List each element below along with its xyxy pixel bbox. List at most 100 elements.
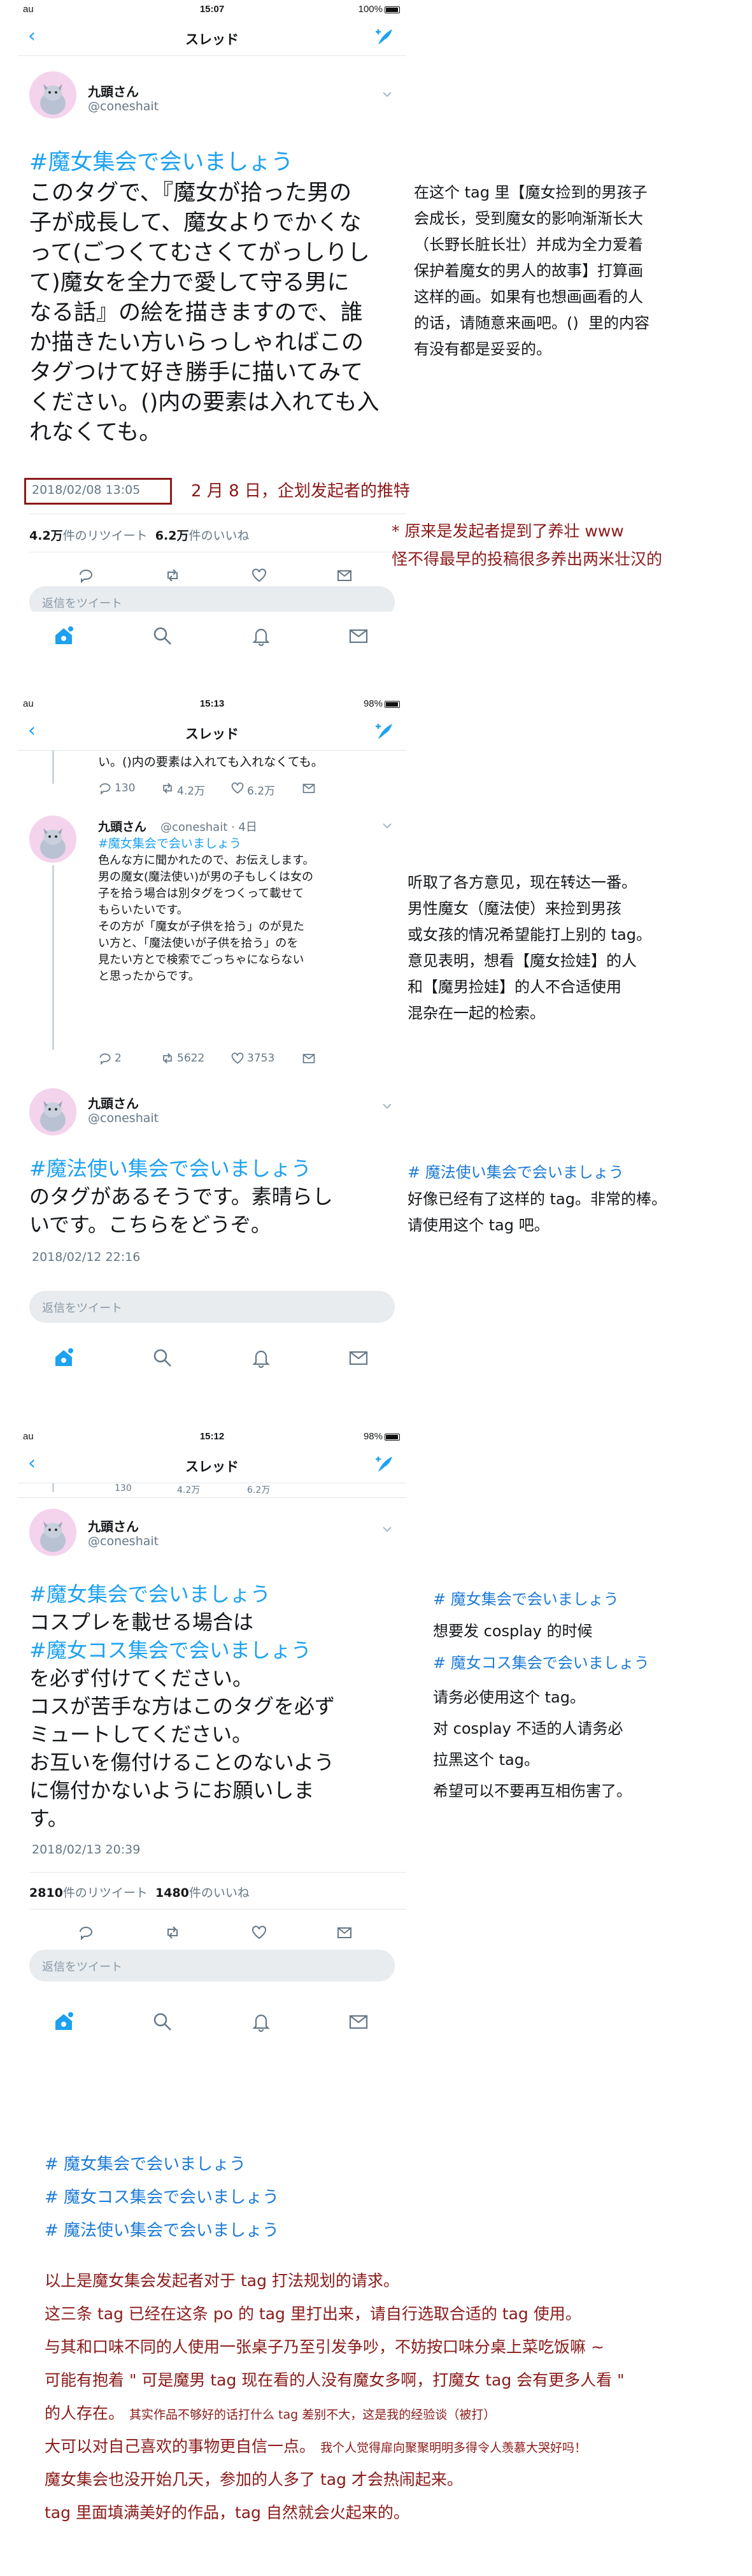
tweet-text: を必ず付けてください。 コスが苦手な方はこのタグを必ず ミュートしてください。 … <box>29 1666 336 1831</box>
user-handle[interactable]: @coneshait <box>88 99 159 113</box>
divider <box>29 1872 406 1873</box>
divider <box>18 1497 406 1498</box>
retweet-icon[interactable] <box>164 567 181 584</box>
summary-line-3: 与其和口味不同的人使用一张桌子乃至引发争吵，不妨按口味分桌上菜吃饭嘛 ~ <box>45 2338 604 2356</box>
like-count: 6.2万 <box>247 1485 271 1495</box>
chevron-down-icon[interactable] <box>381 819 394 832</box>
display-name[interactable]: 九頭さん <box>88 1516 139 1535</box>
avatar[interactable] <box>29 1088 76 1135</box>
chevron-down-icon[interactable] <box>381 88 394 101</box>
like-icon[interactable] <box>251 567 267 584</box>
mid-tweet-text: 色んな方に聞かれたので、お伝えします。 男の魔女(魔法使い)が男の子もしくは女の… <box>98 854 315 983</box>
home-icon[interactable] <box>53 1347 74 1369</box>
clock: 15:12 <box>199 1431 225 1442</box>
retweet-icon[interactable] <box>160 1051 174 1065</box>
reply-icon[interactable] <box>78 567 94 584</box>
notifications-icon[interactable] <box>250 625 272 647</box>
summary-line-7: 魔女集会也没开始几天，参加的人多了 tag 才会热闹起来。 <box>45 2470 463 2489</box>
tweet-timestamp: 2018/02/12 22:16 <box>32 1250 141 1264</box>
messages-icon[interactable] <box>348 2011 369 2033</box>
home-icon[interactable] <box>53 625 74 647</box>
share-icon[interactable] <box>336 1924 353 1941</box>
retweet-icon[interactable] <box>160 781 174 795</box>
avatar[interactable] <box>29 71 76 119</box>
like-icon[interactable] <box>231 781 245 795</box>
tweet-hashtag-2[interactable]: #魔女コス集会で会いましょう <box>29 1636 311 1664</box>
annotation-translation-2: 听取了各方意见，现在转达一番。 男性魔女（魔法使）来捡到男孩 或女孩的情况希望能… <box>408 874 651 1022</box>
annotation-tag-majo: # 魔女集会で会いましょう <box>433 1590 619 1608</box>
summary-line-4: 可能有抱着 " 可是魔男 tag 现在看的人没有魔女多啊，打魔女 tag 会有更… <box>45 2371 625 2389</box>
share-icon[interactable] <box>302 1051 316 1065</box>
avatar[interactable] <box>29 1509 76 1556</box>
thread-line <box>52 865 54 1050</box>
tab-bar <box>18 1343 406 1389</box>
tweet-stats[interactable]: 4.2万件のリツイート 6.2万件のいいね <box>29 526 249 543</box>
chevron-down-icon[interactable] <box>381 1523 394 1536</box>
summary-line-6: 大可以对自己喜欢的事物更自信一点。 我个人觉得扉向聚聚明明多得令人羡慕大哭好吗！ <box>45 2437 586 2456</box>
mid-tweet-hashtag[interactable]: #魔女集会で会いましょう <box>98 836 241 852</box>
reply-input[interactable]: 返信をツイート <box>29 1950 395 1982</box>
tweet-text-line: コスプレを載せる場合は <box>29 1610 254 1634</box>
status-bar: au 15:13 98% <box>18 694 406 714</box>
home-icon[interactable] <box>53 2011 74 2033</box>
like-icon[interactable] <box>251 1924 267 1941</box>
share-icon[interactable] <box>336 567 353 584</box>
retweet-icon[interactable] <box>164 1924 181 1941</box>
reply-icon[interactable] <box>78 1924 94 1941</box>
annotation-translation-1: 在这个 tag 里【魔女捡到的男孩子 会成长，受到魔女的影响渐渐长大 （长野长脏… <box>414 183 649 358</box>
notifications-icon[interactable] <box>250 1347 272 1369</box>
notifications-icon[interactable] <box>250 2011 272 2033</box>
avatar[interactable] <box>29 816 76 863</box>
like-icon[interactable] <box>231 1051 245 1065</box>
compose-tweet-icon[interactable] <box>373 1453 396 1476</box>
thread-line <box>52 751 54 784</box>
cat-avatar-icon <box>29 816 76 863</box>
messages-icon[interactable] <box>348 625 369 647</box>
compose-tweet-icon[interactable] <box>373 720 396 743</box>
tweet-timestamp: 2018/02/13 20:39 <box>32 1843 141 1857</box>
messages-icon[interactable] <box>348 1347 369 1369</box>
status-bar: au 15:12 98% <box>18 1427 406 1446</box>
compose-tweet-icon[interactable] <box>373 25 396 48</box>
nav-bar: ‹ スレッド <box>18 1446 406 1483</box>
search-icon[interactable] <box>152 625 173 647</box>
user-handle[interactable]: @coneshait <box>88 1534 159 1548</box>
user-handle[interactable]: @coneshait <box>88 1111 159 1125</box>
display-name[interactable]: 九頭さん <box>98 817 146 835</box>
divider <box>29 1909 406 1910</box>
summary-tag-1: # 魔女集会で会いましょう <box>45 2155 246 2174</box>
nav-bar: ‹ スレッド <box>18 19 406 56</box>
reply-input[interactable]: 返信をツイート <box>29 1291 395 1323</box>
annotation-translation-3: 好像已经有了这样的 tag。非常的棒。 请使用这个 tag 吧。 <box>408 1190 667 1234</box>
search-icon[interactable] <box>152 1347 173 1369</box>
display-name[interactable]: 九頭さん <box>88 82 139 100</box>
reply-input[interactable]: 返信をツイート <box>29 586 395 612</box>
battery-indicator: 98% <box>364 698 400 709</box>
share-icon[interactable] <box>302 781 316 795</box>
battery-icon <box>385 1433 400 1441</box>
annotation-date: 2 月 8 日，企划发起者的推特 <box>191 482 410 501</box>
thread-line <box>52 1483 54 1492</box>
summary-line-2: 这三条 tag 已经在这条 po 的 tag 里打出来，请自行选取合适的 tag… <box>45 2305 581 2323</box>
like-count: 6.2万 <box>247 785 276 798</box>
reply-count: 130 <box>115 1483 132 1493</box>
tweet-hashtag[interactable]: #魔法使い集会で会いましょう <box>29 1155 311 1183</box>
summary-line-5: 的人存在。 其实作品不够好的话打什么 tag 差别不大，这是我的经验谈（被打） <box>45 2404 496 2422</box>
nav-bar: ‹ スレッド <box>18 714 406 751</box>
tweet-hashtag-1[interactable]: #魔女集会で会いましょう <box>29 1580 271 1608</box>
cat-avatar-icon <box>29 71 76 119</box>
battery-icon <box>385 700 400 708</box>
search-icon[interactable] <box>152 2011 173 2033</box>
summary-line-1: 以上是魔女集会发起者对于 tag 打法规划的请求。 <box>45 2271 399 2290</box>
tweet-hashtag[interactable]: #魔女集会で会いましょう <box>29 148 293 178</box>
user-handle[interactable]: @coneshait · 4日 <box>160 818 257 835</box>
chevron-down-icon[interactable] <box>381 1100 394 1112</box>
tweet-stats[interactable]: 2810件のリツイート 1480件のいいね <box>29 1883 250 1901</box>
retweet-count: 4.2万 <box>177 1485 201 1495</box>
nav-title: スレッド <box>185 1459 239 1474</box>
nav-title: スレッド <box>185 32 239 47</box>
summary-tag-2: # 魔女コス集会で会いましょう <box>45 2188 280 2207</box>
reply-icon[interactable] <box>98 1051 112 1065</box>
reply-icon[interactable] <box>98 781 112 795</box>
display-name[interactable]: 九頭さん <box>88 1093 139 1112</box>
